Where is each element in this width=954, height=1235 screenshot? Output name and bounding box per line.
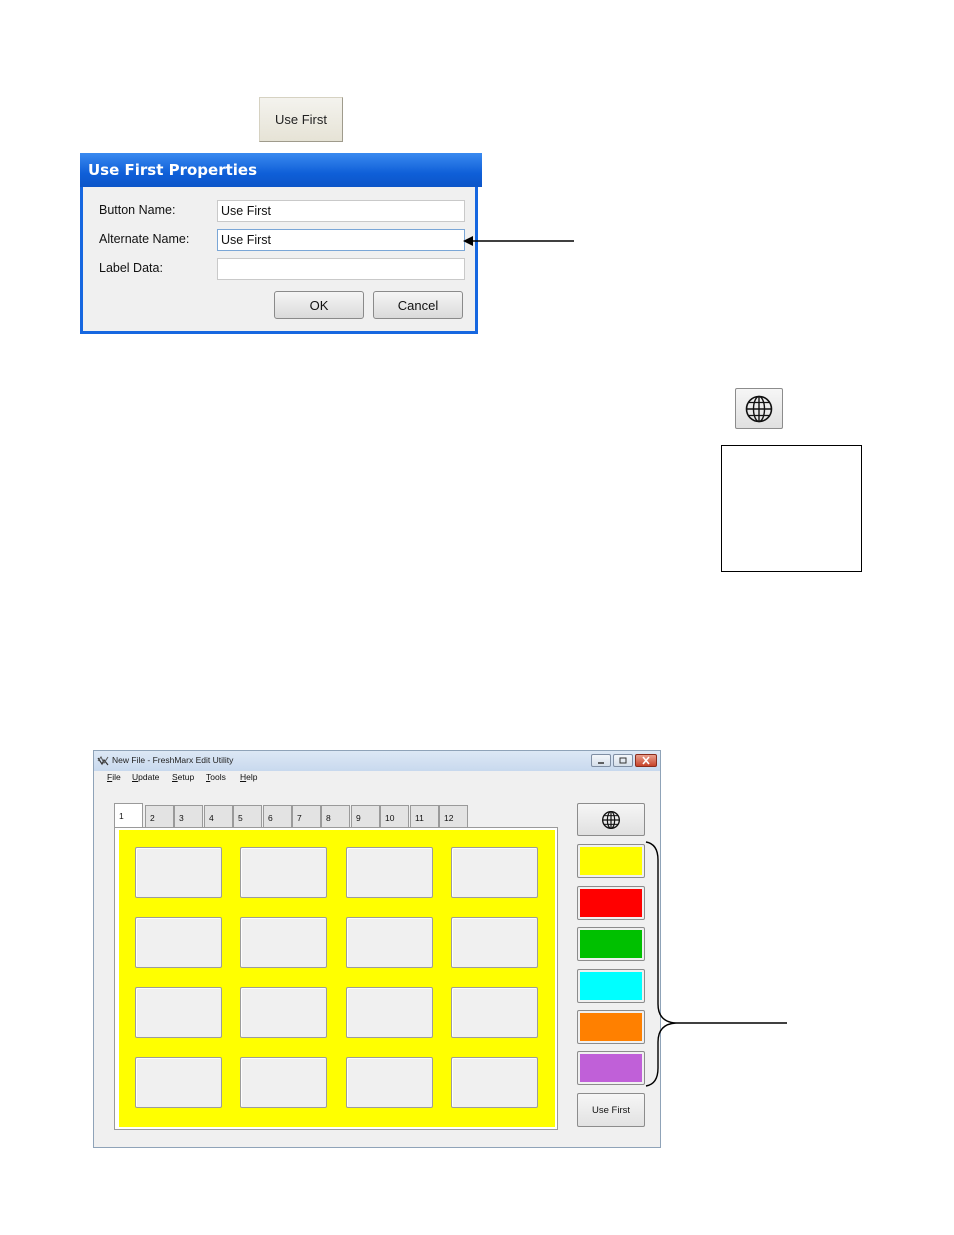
- menu-bar: File Update Setup Tools Help: [94, 771, 660, 785]
- blank-text-box: [721, 445, 862, 572]
- grid-button[interactable]: [346, 1057, 433, 1108]
- tab-11[interactable]: 11: [410, 805, 439, 828]
- maximize-button[interactable]: [613, 754, 633, 767]
- window-titlebar: New File - FreshMarx Edit Utility: [94, 751, 660, 771]
- grid-button[interactable]: [135, 847, 222, 898]
- alternate-name-field[interactable]: Use First: [217, 229, 465, 251]
- grid-button[interactable]: [451, 847, 538, 898]
- grid-button[interactable]: [135, 917, 222, 968]
- tab-9[interactable]: 9: [351, 805, 380, 828]
- tab-6[interactable]: 6: [263, 805, 292, 828]
- menu-tools[interactable]: Tools: [206, 772, 226, 782]
- tab-5[interactable]: 5: [233, 805, 262, 828]
- color-buttons-bracket-callout: [645, 841, 787, 1087]
- globe-icon: [745, 395, 773, 422]
- dialog-body: Button Name: Use First Alternate Name: U…: [80, 187, 478, 334]
- grid-button[interactable]: [240, 987, 327, 1038]
- ok-button[interactable]: OK: [274, 291, 364, 319]
- grid-button[interactable]: [135, 1057, 222, 1108]
- grid-button[interactable]: [346, 847, 433, 898]
- tab-10[interactable]: 10: [380, 805, 409, 828]
- alternate-name-callout-arrow: [463, 236, 574, 246]
- button-name-field[interactable]: Use First: [217, 200, 465, 222]
- menu-help[interactable]: Help: [240, 772, 257, 782]
- tab-panel: [114, 827, 558, 1130]
- tab-1[interactable]: 1: [114, 803, 143, 828]
- language-globe-button[interactable]: [735, 388, 783, 429]
- globe-icon: [602, 810, 620, 829]
- minimize-button[interactable]: [591, 754, 611, 767]
- label-data-field[interactable]: [217, 258, 465, 280]
- window-title: New File - FreshMarx Edit Utility: [112, 755, 234, 765]
- alternate-name-label: Alternate Name:: [99, 232, 190, 246]
- tab-7[interactable]: 7: [292, 805, 321, 828]
- cancel-button[interactable]: Cancel: [373, 291, 463, 319]
- grid-button[interactable]: [346, 917, 433, 968]
- tab-4[interactable]: 4: [204, 805, 233, 828]
- minimize-icon: [598, 762, 604, 764]
- grid-button[interactable]: [240, 917, 327, 968]
- freshmarx-edit-utility-window: New File - FreshMarx Edit Utility File U…: [93, 750, 661, 1148]
- tab-8[interactable]: 8: [321, 805, 350, 828]
- grid-button[interactable]: [135, 987, 222, 1038]
- menu-file[interactable]: File: [107, 772, 121, 782]
- grid-button[interactable]: [240, 1057, 327, 1108]
- label-data-label: Label Data:: [99, 261, 163, 275]
- grid-button[interactable]: [346, 987, 433, 1038]
- tab-2[interactable]: 2: [145, 805, 174, 828]
- tab-12[interactable]: 12: [439, 805, 468, 828]
- grid-button[interactable]: [451, 987, 538, 1038]
- grid-button[interactable]: [451, 917, 538, 968]
- dialog-title: Use First Properties: [80, 153, 482, 187]
- grid-button[interactable]: [451, 1057, 538, 1108]
- app-globe-button[interactable]: [577, 803, 645, 836]
- button-grid-area: [119, 830, 555, 1127]
- use-first-button[interactable]: Use First: [577, 1093, 645, 1127]
- use-first-properties-dialog: Use First Properties Button Name: Use Fi…: [80, 153, 482, 334]
- close-icon: [642, 756, 650, 765]
- grid-button[interactable]: [240, 847, 327, 898]
- menu-setup[interactable]: Setup: [172, 772, 194, 782]
- menu-update[interactable]: Update: [132, 772, 159, 782]
- use-first-sample-button[interactable]: Use First: [259, 97, 343, 142]
- close-button[interactable]: [635, 754, 657, 767]
- maximize-icon: [619, 757, 627, 764]
- tab-3[interactable]: 3: [174, 805, 203, 828]
- button-name-label: Button Name:: [99, 203, 176, 217]
- app-logo-icon: [97, 756, 109, 766]
